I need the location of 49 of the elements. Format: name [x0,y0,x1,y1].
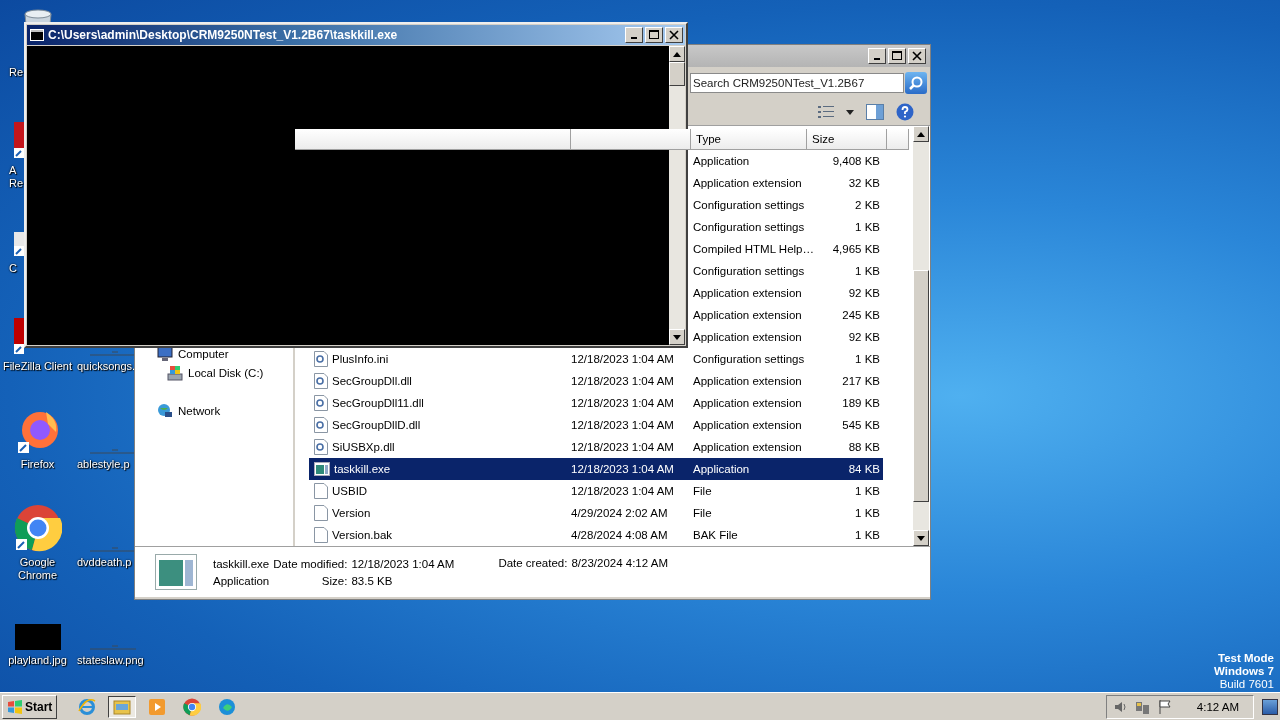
file-row[interactable]: SecGroupDll.dll 12/18/2023 1:04 AM Application extension 217 KB [309,370,883,392]
detail-value: 8/23/2024 4:12 AM [571,557,668,569]
window-title: C:\Users\admin\Desktop\CRM9250NTest_V1.2B67\taskkill.exe [48,28,399,42]
file-row[interactable]: Configuration settings 1 KB [691,260,883,282]
file-row[interactable]: Application extension 92 KB [691,282,883,304]
column-header[interactable]: Size [807,129,887,150]
os-watermark-text: Test Mode [1218,652,1274,665]
file-name: taskkill.exe [213,557,270,570]
file-row[interactable]: Configuration settings 1 KB [691,216,883,238]
icon-label: playland.jpg [8,654,67,667]
icon-label: stateslaw.png [76,654,144,667]
file-row[interactable]: PlusInfo.ini 12/18/2023 1:04 AM Configuration settings 1 KB [309,348,883,370]
file-row[interactable]: Application extension 32 KB [691,172,883,194]
clock[interactable]: 4:12 AM [1196,700,1239,713]
file-row[interactable]: Version.bak 4/28/2024 4:08 AM BAK File 1 KB [309,524,883,546]
file-type: Application [213,574,270,587]
icon-label: FileZilla Client [2,360,73,373]
column-header[interactable]: Type [691,129,807,150]
icon-label: dvddeath.p [76,556,132,569]
detail-value: 12/18/2023 1:04 AM [351,557,455,570]
file-row[interactable]: SecGroupDll11.dll 12/18/2023 1:04 AM Application extension 189 KB [309,392,883,414]
detail-label: Date modified: [273,557,348,570]
nav-item[interactable]: Network [135,401,293,420]
os-watermark-text: Windows 7 [1214,665,1274,678]
file-row[interactable]: USBID 12/18/2023 1:04 AM File 1 KB [309,480,883,502]
icon-label: quicksongs. [76,360,136,373]
file-row[interactable]: Version 4/29/2024 2:02 AM File 1 KB [309,502,883,524]
icon-label: Google Chrome [17,556,58,582]
os-watermark-text: Build 7601 [1219,678,1274,691]
detail-value: 83.5 KB [351,574,394,587]
icon-label: Re [8,66,24,79]
nav-item[interactable]: Computer [135,344,293,363]
detail-label: Size: [320,574,348,587]
file-row[interactable]: SiUSBXp.dll 12/18/2023 1:04 AM Application extension 88 KB [309,436,883,458]
icon-label: A Re [8,164,24,190]
search-field[interactable]: Search CRM9250NTest_V1.2B67 [690,73,904,93]
file-row[interactable]: Compiled HTML Help… 4,965 KB [691,238,883,260]
detail-label: Date created: [498,557,568,569]
file-row[interactable]: taskkill.exe 12/18/2023 1:04 AM Application 84 KB [309,458,883,480]
file-row[interactable]: SecGroupDllD.dll 12/18/2023 1:04 AM Application extension 545 KB [309,414,883,436]
file-row[interactable]: Application 9,408 KB [691,150,883,172]
file-row[interactable]: Application extension 245 KB [691,304,883,326]
file-row[interactable]: Configuration settings 2 KB [691,194,883,216]
icon-label: C [8,262,17,275]
start-button[interactable]: Start [2,694,58,719]
icon-label: ablestyle.p [76,458,130,471]
file-row[interactable]: Application extension 92 KB [691,326,883,348]
icon-label: Firefox [20,458,55,471]
nav-item[interactable]: Local Disk (C:) [135,363,293,382]
